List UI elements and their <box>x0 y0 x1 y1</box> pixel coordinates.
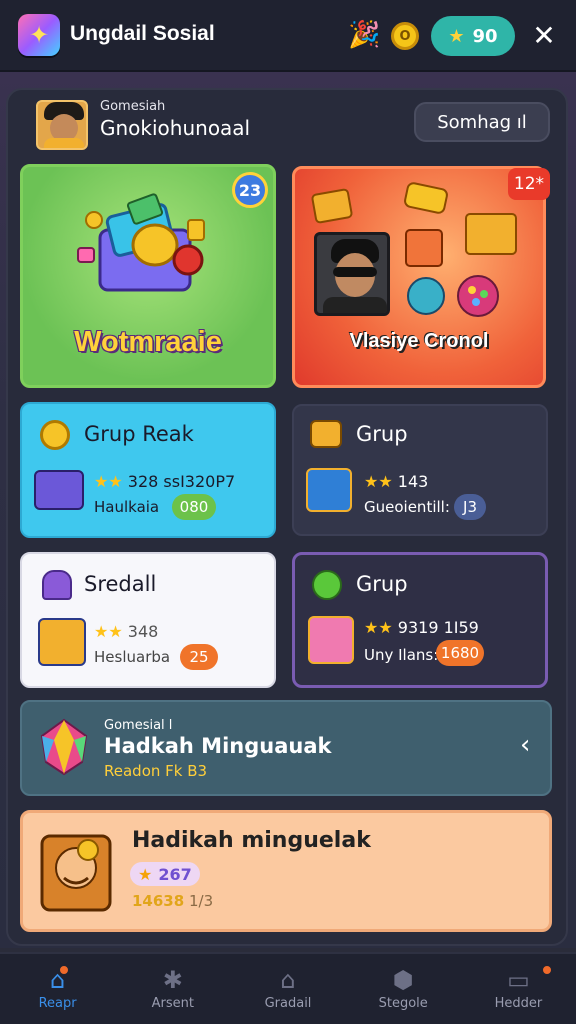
treasure-icon <box>38 618 86 666</box>
star-icon: ★ <box>448 25 465 47</box>
nav-label: Hedder <box>494 996 543 1011</box>
group-card-4-title: Grup <box>356 572 408 596</box>
notification-dot <box>540 964 553 976</box>
coin-icon <box>40 420 70 450</box>
featured-right-label: Vlasiye Cronol <box>349 330 489 352</box>
star-counter[interactable]: ★ 90 <box>431 16 515 56</box>
group-card-4-stars: ★★ 9319 1I59 <box>364 618 479 637</box>
inbox-icon: ▭ <box>507 966 530 994</box>
group-card-2-title: Grup <box>356 422 408 446</box>
promo-reward: Readon Fk B3 <box>104 762 208 780</box>
group-card-1-title: Grup Reak <box>84 422 194 446</box>
search-button[interactable]: Somhag ıl <box>414 102 550 142</box>
group-card-2-sub: Gueoientill: <box>364 498 450 516</box>
group-card-3-pill: 25 <box>180 644 218 670</box>
group-card-3-stars: ★★ 348 <box>94 622 159 641</box>
party-icon[interactable]: 🎉 <box>348 20 380 50</box>
box-icon <box>306 468 352 512</box>
app-logo-icon: ✦ <box>18 14 60 56</box>
camera-icon <box>34 470 84 510</box>
reward-title: Hadikah minguelak <box>132 828 371 853</box>
cake-icon <box>308 616 354 664</box>
group-card-3-sub: Hesluarba <box>94 648 171 666</box>
promo-title: Hadkah Minguauak <box>104 734 332 758</box>
bottom-nav: ⌂ Reapr ✱ Arsent ⌂ Gradail ⬢ Stegole ▭ H… <box>0 952 576 1024</box>
featured-left-badge: 23 <box>232 172 268 208</box>
featured-left-label: Wotmraaie <box>74 326 222 358</box>
nav-label: Arsent <box>151 996 194 1011</box>
group-card-4-pill: 1680 <box>436 640 484 666</box>
group-card-1-pill: 080 <box>172 494 216 520</box>
app-title: Ungdail Sosial <box>70 22 215 45</box>
close-icon[interactable]: ✕ <box>530 20 558 52</box>
nav-item-home[interactable]: ⌂ Reapr <box>0 954 115 1024</box>
group-card-3-title: Sredall <box>84 572 157 596</box>
star-count: 90 <box>472 25 498 47</box>
crystal-gem-icon <box>40 718 88 776</box>
top-bar: ✦ Ungdail Sosial 🎉 O ★ 90 ✕ <box>0 0 576 72</box>
featured-right-badge: 12* <box>508 168 550 200</box>
reward-pill: ★ 267 <box>130 862 200 886</box>
mascot-icon <box>40 834 112 912</box>
nav-label: Gradail <box>264 996 312 1011</box>
profile-name: Gnokiohunoaal <box>100 116 251 140</box>
group-card-2-stars: ★★ 143 <box>364 472 429 491</box>
treasure-chest-icon <box>77 193 205 292</box>
group-card-4-sub: Uny Ilans: <box>364 646 439 664</box>
notification-dot <box>58 964 70 976</box>
promo-subtitle: Gomesial l <box>104 718 173 733</box>
friend-photo <box>314 232 390 316</box>
coin-icon[interactable]: O <box>391 22 419 50</box>
nav-label: Stegole <box>378 996 428 1011</box>
shield-icon: ⬢ <box>392 966 414 994</box>
group-card-1-sub: Haulkaia <box>94 498 160 516</box>
nav-item-shield[interactable]: ⬢ Stegole <box>346 954 461 1024</box>
nav-label: Reapr <box>38 996 77 1011</box>
hat-icon <box>42 570 72 600</box>
gear-icon: ✱ <box>162 966 183 994</box>
trophy-icon <box>310 420 342 448</box>
nav-item-notifications[interactable]: ⌂ Gradail <box>230 954 345 1024</box>
chevron-left-icon[interactable]: ‹ <box>520 730 530 760</box>
bell-icon: ⌂ <box>280 966 296 994</box>
profile-subtitle: Gomesiah <box>100 99 166 114</box>
nav-item-settings[interactable]: ✱ Arsent <box>115 954 230 1024</box>
group-card-2-pill: J3 <box>454 494 486 520</box>
group-card-1-stars: ★★ 328 ssI320P7 <box>94 472 236 491</box>
nav-item-inbox[interactable]: ▭ Hedder <box>461 954 576 1024</box>
reward-meta: 14638 1/3 <box>132 892 214 910</box>
gem-icon <box>312 570 342 600</box>
avatar[interactable] <box>36 100 88 150</box>
